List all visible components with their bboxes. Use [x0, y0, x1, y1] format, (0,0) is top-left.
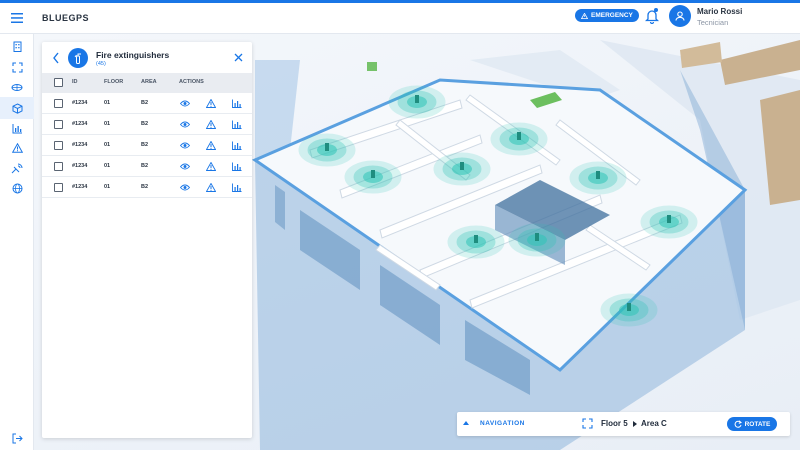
row-checkbox[interactable] [54, 162, 63, 171]
column-header-id: ID [72, 79, 78, 85]
panel-header: Fire extinguishers (45) [42, 42, 252, 74]
chart-icon[interactable] [232, 162, 242, 171]
sidebar [0, 34, 34, 450]
emergency-label: EMERGENCY [591, 12, 633, 19]
logout-button[interactable] [11, 432, 23, 444]
chevron-left-icon[interactable] [52, 52, 60, 64]
warning-icon[interactable] [206, 183, 216, 192]
eye-icon[interactable] [180, 162, 190, 171]
cube-icon [12, 102, 22, 114]
scan-icon [11, 61, 23, 73]
fire-extinguisher-badge [68, 48, 88, 68]
table-row[interactable]: #1234 01 B2 [42, 156, 252, 177]
row-area: B2 [141, 142, 149, 148]
chart-icon[interactable] [232, 120, 242, 129]
sidebar-item-scan[interactable] [11, 61, 23, 73]
row-floor: 01 [104, 163, 111, 169]
row-floor: 01 [104, 142, 111, 148]
row-checkbox[interactable] [54, 120, 63, 129]
eye-icon[interactable] [180, 141, 190, 150]
eye-icon[interactable] [180, 120, 190, 129]
eye-icon[interactable] [180, 99, 190, 108]
eye-icon[interactable] [180, 183, 190, 192]
user-name: Mario Rossi [697, 7, 743, 16]
warning-icon[interactable] [206, 141, 216, 150]
chevron-up-icon[interactable] [463, 420, 469, 426]
table-row[interactable]: #1234 01 B2 [42, 177, 252, 198]
user-role: Tecnician [697, 18, 729, 27]
panel-count: (45) [96, 61, 106, 67]
rotate-icon [734, 420, 742, 428]
row-area: B2 [141, 121, 149, 127]
row-checkbox[interactable] [54, 141, 63, 150]
chart-icon[interactable] [232, 99, 242, 108]
column-header-actions: ACTIONS [179, 79, 204, 85]
sidebar-item-chart[interactable] [11, 122, 23, 134]
menu-button[interactable] [0, 3, 34, 34]
panel-title: Fire extinguishers [96, 50, 170, 60]
caret-right-icon [633, 421, 637, 427]
select-all-checkbox[interactable] [54, 78, 63, 87]
sidebar-item-warning[interactable] [11, 142, 23, 154]
rotate-button[interactable]: ROTATE [727, 417, 777, 431]
sidebar-item-building[interactable] [11, 40, 23, 52]
emergency-button[interactable]: EMERGENCY [575, 9, 639, 22]
table-row[interactable]: #1234 01 B2 [42, 114, 252, 135]
avatar[interactable] [669, 5, 691, 27]
sidebar-item-layers[interactable] [11, 81, 23, 93]
fire-extinguisher-icon [74, 53, 81, 64]
satellite-icon [11, 163, 23, 173]
table-row[interactable]: #1234 01 B2 [42, 135, 252, 156]
chart-icon [12, 123, 22, 133]
hamburger-icon [11, 13, 23, 23]
layers-icon [11, 83, 23, 91]
close-icon[interactable] [234, 53, 243, 62]
row-floor: 01 [104, 121, 111, 127]
row-area: B2 [141, 100, 149, 106]
table-row[interactable]: #1234 01 B2 [42, 93, 252, 114]
notification-dot [654, 8, 658, 12]
user-icon [675, 11, 685, 21]
globe-icon [12, 183, 22, 193]
row-floor: 01 [104, 184, 111, 190]
rotate-label: ROTATE [744, 420, 771, 428]
brand-logo: BLUEGPS [42, 13, 90, 23]
row-area: B2 [141, 184, 149, 190]
row-id: #1234 [72, 184, 88, 190]
row-floor: 01 [104, 100, 111, 106]
row-area: B2 [141, 163, 149, 169]
chart-icon[interactable] [232, 183, 242, 192]
area-selector[interactable]: Area C [641, 419, 667, 428]
column-header-area: AREA [141, 79, 157, 85]
logout-icon [12, 433, 23, 443]
warning-icon [11, 143, 23, 153]
floor-selector[interactable]: Floor 5 [601, 419, 628, 428]
row-checkbox[interactable] [54, 99, 63, 108]
warning-icon[interactable] [206, 120, 216, 129]
row-id: #1234 [72, 100, 88, 106]
building-icon [13, 41, 21, 52]
row-checkbox[interactable] [54, 183, 63, 192]
navigation-bar: NAVIGATION Floor 5 Area C ROTATE [457, 412, 790, 436]
warning-icon [581, 12, 588, 19]
column-header-floor: FLOOR [104, 79, 124, 85]
scan-icon[interactable] [582, 418, 593, 429]
navigation-label: NAVIGATION [480, 420, 525, 427]
table-header: ID FLOOR AREA ACTIONS [42, 73, 252, 93]
sidebar-item-globe[interactable] [11, 182, 23, 194]
warning-icon[interactable] [206, 162, 216, 171]
warning-icon[interactable] [206, 99, 216, 108]
chart-icon[interactable] [232, 141, 242, 150]
row-id: #1234 [72, 163, 88, 169]
row-id: #1234 [72, 142, 88, 148]
sidebar-item-cube[interactable] [11, 102, 23, 114]
row-id: #1234 [72, 121, 88, 127]
sidebar-item-satellite[interactable] [11, 162, 23, 174]
